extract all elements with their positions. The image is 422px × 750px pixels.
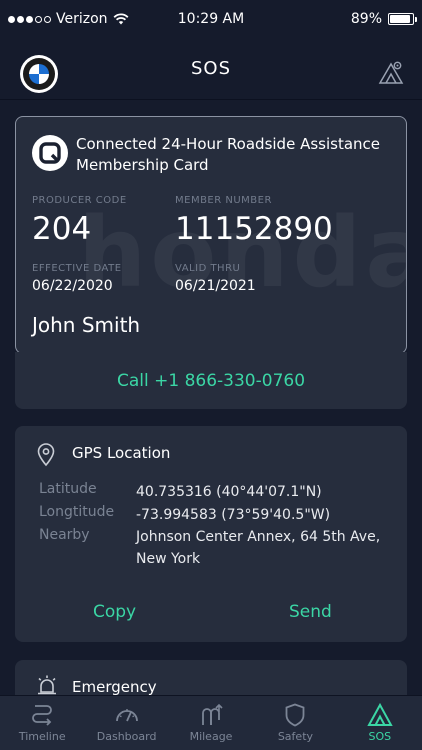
tab-label: Safety xyxy=(277,730,314,743)
call-roadside-button[interactable]: Call +1 866-330-0760 xyxy=(15,352,407,409)
longitude-value: -73.994583 (73°59'40.5"W) xyxy=(136,507,331,523)
tab-safety[interactable]: Safety xyxy=(253,696,337,750)
effective-date: 06/22/2020 xyxy=(32,278,113,294)
carrier-name: Verizon xyxy=(56,11,108,27)
tab-label: Mileage xyxy=(189,730,233,743)
battery-icon xyxy=(388,13,417,25)
siren-icon xyxy=(38,675,56,695)
latitude-label: Latitude xyxy=(39,481,97,497)
producer-code: 204 xyxy=(32,211,92,247)
wifi-icon xyxy=(113,13,128,25)
tab-label: Dashboard xyxy=(96,730,157,743)
emergency-title: Emergency xyxy=(72,678,157,696)
carrier-info: Verizon xyxy=(8,11,129,27)
card-title: Connected 24-Hour Roadside Assistance Me… xyxy=(76,135,381,174)
producer-code-label: PRODUCER CODE xyxy=(32,195,127,206)
effective-date-label: EFFECTIVE DATE xyxy=(32,263,122,274)
tab-dashboard[interactable]: Dashboard xyxy=(84,696,168,750)
battery-info: 89% xyxy=(350,11,417,27)
valid-thru-date: 06/21/2021 xyxy=(175,278,256,294)
status-bar: Verizon 10:29 AM 89% xyxy=(0,0,422,38)
dashboard-icon xyxy=(115,709,138,722)
battery-percent: 89% xyxy=(350,11,382,27)
signal-strength-icon xyxy=(8,15,51,23)
tab-sos[interactable]: SOS xyxy=(338,696,422,750)
location-pin-icon xyxy=(37,443,55,467)
tab-bar: Timeline Dashboard Mileage Safety SOS xyxy=(0,695,422,750)
latitude-value: 40.735316 (40°44'07.1"N) xyxy=(136,484,322,500)
tab-timeline[interactable]: Timeline xyxy=(0,696,84,750)
send-button[interactable]: Send xyxy=(289,602,332,622)
tab-label: Timeline xyxy=(18,730,66,743)
nearby-value: Johnson Center Annex, 64 5th Ave, New Yo… xyxy=(136,529,381,567)
bmw-logo[interactable] xyxy=(20,55,58,93)
timeline-icon xyxy=(32,705,53,726)
tab-mileage[interactable]: Mileage xyxy=(169,696,253,750)
mileage-icon xyxy=(202,703,223,725)
sos-icon xyxy=(367,702,393,726)
gps-title: GPS Location xyxy=(72,444,171,462)
brand-logo-icon xyxy=(32,135,68,171)
nav-bar: SOS xyxy=(0,38,422,100)
membership-card: honda Connected 24-Hour Roadside Assista… xyxy=(15,116,407,354)
member-number: 11152890 xyxy=(175,211,333,247)
tab-label: SOS xyxy=(368,730,392,743)
member-number-label: MEMBER NUMBER xyxy=(175,195,272,206)
safety-icon xyxy=(286,703,305,727)
longitude-label: Longtitude xyxy=(39,504,115,520)
car-settings-icon[interactable] xyxy=(378,60,404,86)
gps-location-card: GPS Location Latitude 40.735316 (40°44'0… xyxy=(15,426,407,642)
member-name: John Smith xyxy=(32,313,141,337)
valid-thru-label: VALID THRU xyxy=(175,263,241,274)
copy-button[interactable]: Copy xyxy=(93,602,136,622)
page-title: SOS xyxy=(190,58,232,79)
nearby-label: Nearby xyxy=(39,527,90,543)
